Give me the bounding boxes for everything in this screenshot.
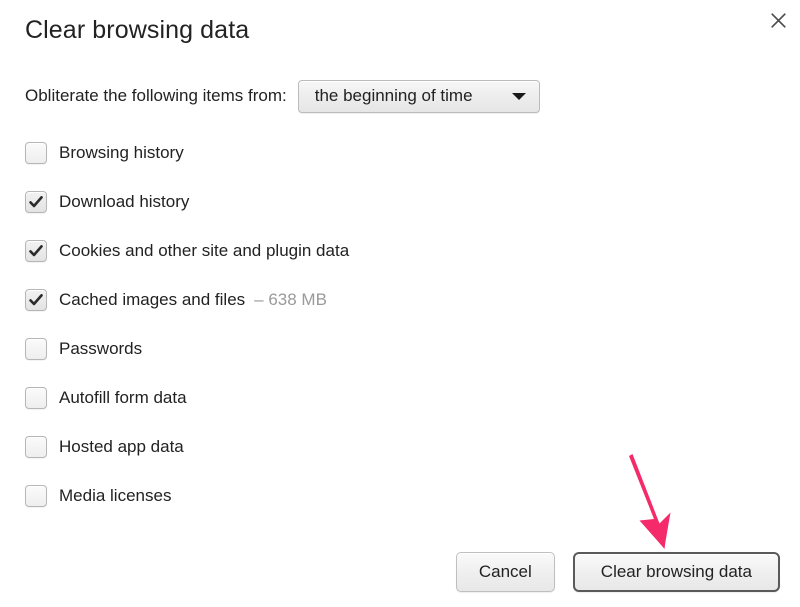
dialog-footer: Cancel Clear browsing data bbox=[0, 552, 800, 594]
option-row-hosted-app-data[interactable]: Hosted app data bbox=[25, 422, 665, 471]
time-range-select[interactable]: the beginning of time bbox=[297, 79, 540, 113]
option-label: Media licenses bbox=[59, 485, 172, 505]
close-icon[interactable] bbox=[764, 6, 792, 34]
option-label: Download history bbox=[59, 191, 190, 211]
data-type-options-list: Browsing history Download history Cookie… bbox=[25, 128, 665, 520]
checkbox-browsing-history[interactable] bbox=[25, 141, 47, 164]
checkbox-download-history[interactable] bbox=[25, 190, 47, 213]
option-label: Browsing history bbox=[59, 142, 184, 162]
time-range-row: Obliterate the following items from: the… bbox=[25, 79, 540, 113]
checkbox-autofill[interactable] bbox=[25, 386, 47, 409]
option-label: Cookies and other site and plugin data bbox=[59, 240, 350, 260]
time-range-selected-value: the beginning of time bbox=[314, 86, 473, 105]
option-size: – 638 MB bbox=[254, 289, 327, 309]
checkbox-hosted-app-data[interactable] bbox=[25, 435, 47, 458]
option-label: Cached images and files bbox=[59, 289, 246, 309]
time-range-label: Obliterate the following items from: bbox=[25, 86, 287, 105]
option-row-cookies[interactable]: Cookies and other site and plugin data bbox=[25, 226, 665, 275]
option-row-passwords[interactable]: Passwords bbox=[25, 324, 665, 373]
option-row-media-licenses[interactable]: Media licenses bbox=[25, 471, 665, 520]
option-row-cached-images[interactable]: Cached images and files – 638 MB bbox=[25, 275, 665, 324]
option-row-download-history[interactable]: Download history bbox=[25, 177, 665, 226]
checkbox-cookies[interactable] bbox=[25, 239, 47, 262]
checkbox-passwords[interactable] bbox=[25, 337, 47, 360]
option-label: Hosted app data bbox=[59, 436, 184, 456]
chevron-down-icon bbox=[511, 92, 526, 100]
option-row-browsing-history[interactable]: Browsing history bbox=[25, 128, 665, 177]
checkbox-cached-images[interactable] bbox=[25, 288, 47, 311]
option-label: Autofill form data bbox=[59, 387, 187, 407]
clear-browsing-data-button[interactable]: Clear browsing data bbox=[572, 552, 780, 592]
option-row-autofill[interactable]: Autofill form data bbox=[25, 373, 665, 422]
checkbox-media-licenses[interactable] bbox=[25, 484, 47, 507]
option-label: Passwords bbox=[59, 338, 143, 358]
cancel-button[interactable]: Cancel bbox=[455, 552, 555, 592]
dialog-title: Clear browsing data bbox=[25, 16, 250, 44]
clear-browsing-data-dialog: Clear browsing data Obliterate the follo… bbox=[0, 0, 800, 607]
